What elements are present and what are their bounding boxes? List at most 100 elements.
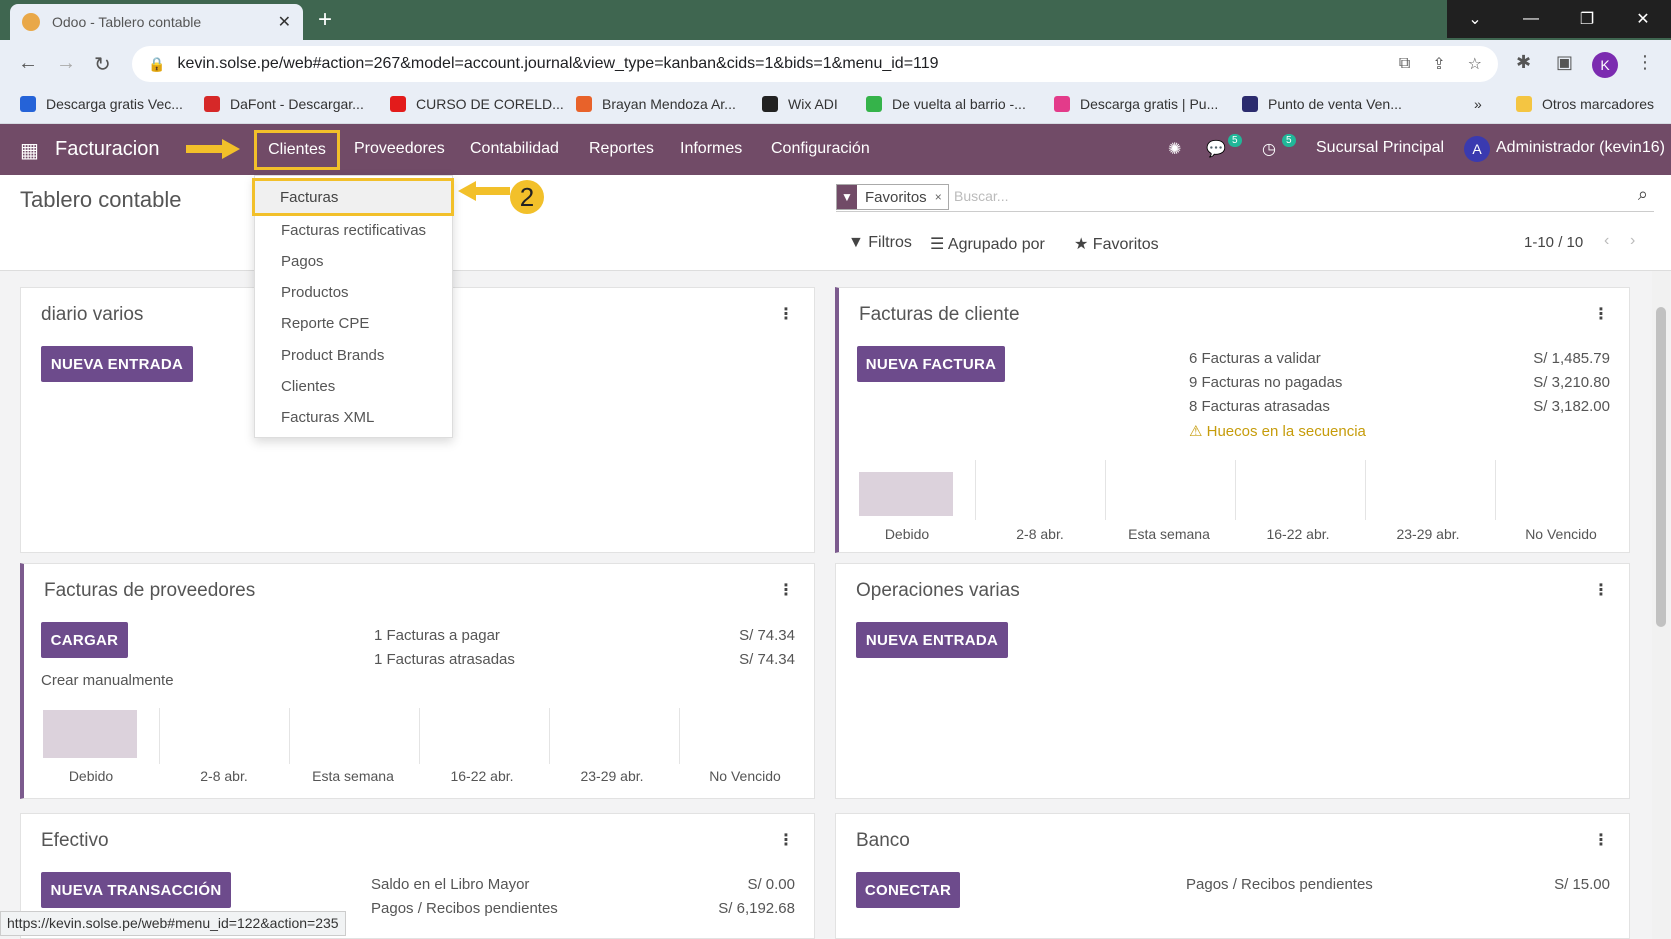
group-by-button[interactable]: ☰ Agrupado por xyxy=(930,234,1045,254)
bookmark-item[interactable]: Punto de venta Ven... xyxy=(1242,96,1402,112)
menu-configuracion[interactable]: Configuración xyxy=(771,140,870,158)
pager-next-icon[interactable]: › xyxy=(1630,232,1635,250)
summary-label[interactable]: Pagos / Recibos pendientes xyxy=(371,900,558,917)
upload-bill-button[interactable]: CARGAR xyxy=(41,622,128,658)
sequence-gap-warning[interactable]: ⚠ Huecos en la secuencia xyxy=(1189,422,1366,440)
menu-contabilidad[interactable]: Contabilidad xyxy=(470,140,559,158)
chat-count-badge: 5 xyxy=(1228,134,1242,147)
new-entry-button[interactable]: NUEVA ENTRADA xyxy=(41,346,193,382)
card-options-icon[interactable]: ⋮ xyxy=(778,830,794,850)
new-tab-icon[interactable]: + xyxy=(318,6,332,34)
reload-icon[interactable]: ↻ xyxy=(94,52,111,77)
card-options-icon[interactable]: ⋮ xyxy=(778,304,794,324)
facet-remove-icon[interactable]: × xyxy=(935,190,948,204)
filter-funnel-icon: ▼ xyxy=(837,185,857,209)
dropdown-item-facturas[interactable]: Facturas xyxy=(252,178,454,216)
pager-value[interactable]: 1-10 / 10 xyxy=(1524,234,1583,251)
graph-label: Debido xyxy=(68,768,114,784)
search-input[interactable]: Buscar... xyxy=(954,188,1008,204)
dropdown-item-facturas-rectificativas[interactable]: Facturas rectificativas xyxy=(281,222,426,239)
graph-divider xyxy=(419,708,420,764)
journal-card-facturas-cliente: Facturas de cliente ⋮ NUEVA FACTURA 6 Fa… xyxy=(835,287,1630,553)
bookmark-item[interactable]: Brayan Mendoza Ar... xyxy=(576,96,736,112)
dropdown-item-product-brands[interactable]: Product Brands xyxy=(281,347,384,364)
user-menu[interactable]: Administrador (kevin16) xyxy=(1496,139,1665,157)
bookmark-item[interactable]: Descarga gratis | Pu... xyxy=(1054,96,1218,112)
url-text[interactable]: kevin.solse.pe/web#action=267&model=acco… xyxy=(177,55,1376,73)
user-avatar[interactable]: A xyxy=(1464,136,1490,162)
card-title[interactable]: diario varios xyxy=(41,304,143,326)
branch-switcher[interactable]: Sucursal Principal xyxy=(1316,139,1444,157)
debug-bug-icon[interactable]: ✺ xyxy=(1168,139,1181,159)
forward-icon[interactable]: → xyxy=(56,52,76,75)
minimize-icon[interactable]: — xyxy=(1503,0,1559,38)
side-panel-icon[interactable]: ▣ xyxy=(1556,52,1573,73)
search-icon[interactable]: ⌕ xyxy=(1638,184,1648,205)
page-scrollbar[interactable] xyxy=(1652,271,1670,939)
dropdown-item-pagos[interactable]: Pagos xyxy=(281,253,324,270)
bookmark-item[interactable]: DaFont - Descargar... xyxy=(204,96,364,112)
new-entry-button[interactable]: NUEVA ENTRADA xyxy=(856,622,1008,658)
apps-grid-icon[interactable]: ▦ xyxy=(20,138,39,163)
new-transaction-button[interactable]: NUEVA TRANSACCIÓN xyxy=(41,872,231,908)
translate-icon[interactable]: ⧉ xyxy=(1399,55,1410,73)
summary-label[interactable]: 9 Facturas no pagadas xyxy=(1189,374,1342,391)
dropdown-item-facturas-xml[interactable]: Facturas XML xyxy=(281,409,374,426)
summary-label[interactable]: 1 Facturas a pagar xyxy=(374,627,500,644)
tab-close-icon[interactable]: ✕ xyxy=(278,12,291,32)
dropdown-item-productos[interactable]: Productos xyxy=(281,284,349,301)
summary-label[interactable]: 6 Facturas a validar xyxy=(1189,350,1321,367)
share-icon[interactable]: ⇪ xyxy=(1432,54,1445,74)
menu-proveedores[interactable]: Proveedores xyxy=(354,140,445,158)
card-options-icon[interactable]: ⋮ xyxy=(1593,830,1609,850)
summary-label[interactable]: Pagos / Recibos pendientes xyxy=(1186,876,1373,893)
window-close-icon[interactable]: ✕ xyxy=(1615,0,1671,38)
browser-tab[interactable]: Odoo - Tablero contable ✕ xyxy=(10,4,303,40)
create-manually-link[interactable]: Crear manualmente xyxy=(41,672,174,689)
connect-bank-button[interactable]: CONECTAR xyxy=(856,872,960,908)
back-icon[interactable]: ← xyxy=(18,52,38,75)
filters-button[interactable]: ▼ Filtros xyxy=(848,234,912,252)
card-options-icon[interactable]: ⋮ xyxy=(778,580,794,600)
graph-label: 2-8 abr. xyxy=(200,768,248,784)
new-invoice-button[interactable]: NUEVA FACTURA xyxy=(857,346,1005,382)
card-options-icon[interactable]: ⋮ xyxy=(1593,580,1609,600)
star-icon: ★ xyxy=(1074,236,1093,253)
browser-menu-icon[interactable]: ⋮ xyxy=(1636,52,1654,73)
profile-avatar[interactable]: K xyxy=(1592,52,1618,78)
card-title[interactable]: Operaciones varias xyxy=(856,580,1020,602)
bookmark-star-icon[interactable]: ☆ xyxy=(1468,54,1482,74)
restore-icon[interactable]: ❐ xyxy=(1559,0,1615,38)
chat-icon[interactable]: 💬 xyxy=(1206,139,1226,159)
bookmark-item[interactable]: CURSO DE CORELD... xyxy=(390,96,564,112)
pager-previous-icon[interactable]: ‹ xyxy=(1604,232,1609,250)
scrollbar-thumb[interactable] xyxy=(1656,307,1666,627)
other-bookmarks[interactable]: Otros marcadores xyxy=(1516,96,1654,112)
graph-bar-debido[interactable] xyxy=(43,710,137,758)
summary-label[interactable]: Saldo en el Libro Mayor xyxy=(371,876,529,893)
graph-bar-debido[interactable] xyxy=(859,472,953,516)
bookmarks-more-icon[interactable]: » xyxy=(1474,96,1482,112)
dropdown-item-reporte-cpe[interactable]: Reporte CPE xyxy=(281,315,369,332)
extensions-icon[interactable]: ✱ xyxy=(1516,52,1531,73)
menu-reportes[interactable]: Reportes xyxy=(589,140,654,158)
activity-clock-icon[interactable]: ◷ xyxy=(1262,139,1276,159)
bookmark-item[interactable]: Descarga gratis Vec... xyxy=(20,96,183,112)
tab-search-icon[interactable]: ⌄ xyxy=(1447,0,1503,38)
summary-label[interactable]: 8 Facturas atrasadas xyxy=(1189,398,1330,415)
card-title[interactable]: Banco xyxy=(856,830,910,852)
card-title[interactable]: Efectivo xyxy=(41,830,109,852)
bookmark-item[interactable]: Wix ADI xyxy=(762,96,838,112)
card-title[interactable]: Facturas de cliente xyxy=(859,304,1020,326)
warning-icon: ⚠ xyxy=(1189,423,1207,440)
summary-label[interactable]: 1 Facturas atrasadas xyxy=(374,651,515,668)
card-title[interactable]: Facturas de proveedores xyxy=(44,580,255,602)
menu-clientes[interactable]: Clientes xyxy=(254,130,340,170)
bookmark-item[interactable]: De vuelta al barrio -... xyxy=(866,96,1026,112)
menu-informes[interactable]: Informes xyxy=(680,140,742,158)
dropdown-item-clientes[interactable]: Clientes xyxy=(281,378,335,395)
card-options-icon[interactable]: ⋮ xyxy=(1593,304,1609,324)
app-brand[interactable]: Facturacion xyxy=(55,138,160,161)
url-omnibox[interactable]: 🔒 kevin.solse.pe/web#action=267&model=ac… xyxy=(132,46,1498,82)
favorites-button[interactable]: ★ Favoritos xyxy=(1074,234,1159,254)
